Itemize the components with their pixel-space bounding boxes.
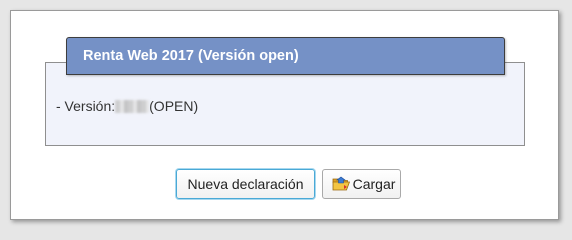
new-declaration-button[interactable]: Nueva declaración	[176, 169, 315, 199]
version-edition: (OPEN)	[149, 98, 199, 114]
panel-title: Renta Web 2017 (Versión open)	[66, 37, 505, 75]
version-label: - Versión:	[56, 98, 116, 114]
dialog-window: Renta Web 2017 (Versión open) - Versión:…	[10, 10, 559, 220]
redacted-version-number	[115, 100, 150, 113]
folder-open-icon	[332, 173, 350, 191]
load-button-label: Cargar	[352, 176, 396, 192]
load-button[interactable]: Cargar	[322, 169, 401, 199]
version-info: - Versión: (OPEN)	[56, 97, 198, 115]
